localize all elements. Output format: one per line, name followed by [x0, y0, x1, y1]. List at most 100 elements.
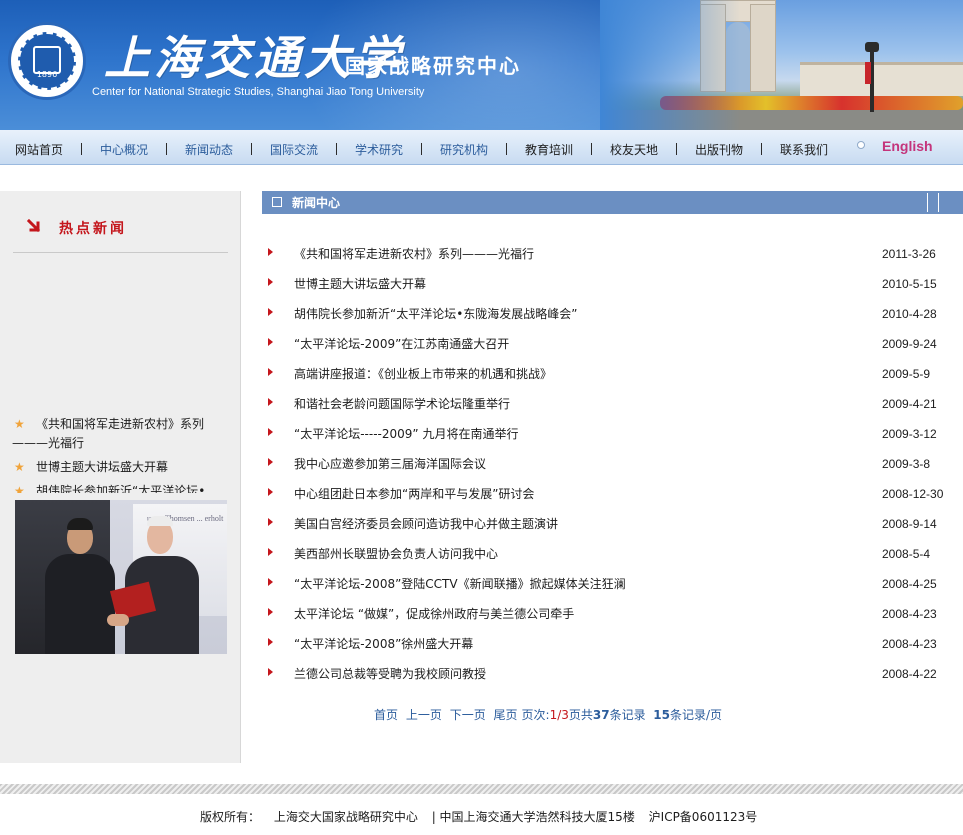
star-icon: ★	[14, 484, 25, 493]
pager-prev-link[interactable]: 上一页	[406, 706, 442, 723]
hot-news-item-title: 胡伟院长参加新沂“太平洋论坛•东陇海发展战略峰会”	[36, 484, 206, 493]
news-title[interactable]: 中心组团赴日本参加“两岸和平与发展”研讨会	[294, 485, 534, 502]
news-date: 2008-4-22	[882, 667, 937, 681]
nav-separator	[166, 143, 167, 155]
nav-english-link[interactable]: English	[882, 138, 933, 154]
news-row[interactable]: 我中心应邀参加第三届海洋国际会议 2009-3-8	[262, 453, 963, 473]
star-icon: ★	[14, 417, 25, 431]
pager-first-link[interactable]: 首页	[374, 706, 398, 723]
pager-next-link[interactable]: 下一页	[450, 706, 486, 723]
photo-handshake	[107, 614, 129, 626]
news-title[interactable]: 太平洋论坛 “做媒”，促成徐州政府与美兰德公司牵手	[294, 605, 574, 622]
news-title[interactable]: 美国白宫经济委员会顾问造访我中心并做主题演讲	[294, 515, 558, 532]
nav-separator	[336, 143, 337, 155]
news-title[interactable]: 我中心应邀参加第三届海洋国际会议	[294, 455, 486, 472]
news-row[interactable]: 《共和国将军走进新农村》系列———光福行 2011-3-26	[262, 243, 963, 263]
hot-news-item[interactable]: ★ 胡伟院长参加新沂“太平洋论坛•东陇海发展战略峰会”	[0, 482, 241, 493]
nav-about[interactable]: 中心概况	[100, 141, 148, 158]
footer-icp[interactable]: 沪ICP备0601123号	[649, 810, 758, 824]
news-row[interactable]: “太平洋论坛-2008”徐州盛大开幕 2008-4-23	[262, 633, 963, 653]
news-row[interactable]: “太平洋论坛-2009”在江苏南通盛大召开 2009-9-24	[262, 333, 963, 353]
triangle-bullet-icon	[268, 308, 273, 316]
pager-page-label: 页次:	[521, 708, 550, 722]
pagination: 首页 上一页 下一页 尾页 页次:1/3页共37条记录 15条记录/页	[374, 706, 722, 723]
news-title[interactable]: 胡伟院长参加新沂“太平洋论坛•东陇海发展战略峰会”	[294, 305, 578, 322]
news-date: 2008-12-30	[882, 487, 944, 501]
triangle-bullet-icon	[268, 668, 273, 676]
news-row[interactable]: 胡伟院长参加新沂“太平洋论坛•东陇海发展战略峰会” 2010-4-28	[262, 303, 963, 323]
hot-news-marquee: ★ 《共和国将军走进新农村》系列———光福行 ★ 世博主题大讲坛盛大开幕 ★ 胡…	[0, 415, 241, 493]
news-title[interactable]: “太平洋论坛-2009”在江苏南通盛大召开	[294, 335, 509, 352]
news-row[interactable]: 世博主题大讲坛盛大开幕 2010-5-15	[262, 273, 963, 293]
news-row[interactable]: “太平洋论坛-2008”登陆CCTV《新闻联播》掀起媒体关注狂澜 2008-4-…	[262, 573, 963, 593]
square-icon	[272, 197, 282, 207]
nav-alumni[interactable]: 校友天地	[610, 141, 658, 158]
triangle-bullet-icon	[268, 428, 273, 436]
news-date: 2009-5-9	[882, 367, 931, 381]
news-title[interactable]: 高端讲座报道：《创业板上市带来的机遇和挑战》	[294, 365, 552, 382]
news-row[interactable]: 兰德公司总裁等受聘为我校顾问教授 2008-4-22	[262, 663, 963, 683]
triangle-bullet-icon	[268, 278, 273, 286]
photo-person-left	[45, 554, 115, 654]
news-date: 2009-3-12	[882, 427, 937, 441]
triangle-bullet-icon	[268, 578, 273, 586]
pager-page-unit: 页共	[568, 708, 593, 722]
hot-news-item[interactable]: ★ 世博主题大讲坛盛大开幕	[0, 458, 241, 477]
news-row[interactable]: 中心组团赴日本参加“两岸和平与发展”研讨会 2008-12-30	[262, 483, 963, 503]
footer: 版权所有： 上海交大国家战略研究中心 | 中国上海交通大学浩然科技大厦15楼 沪…	[200, 808, 767, 825]
news-title[interactable]: 和谐社会老龄问题国际学术论坛隆重举行	[294, 395, 510, 412]
footer-copyright-label: 版权所有：	[200, 810, 261, 824]
nav-separator	[251, 143, 252, 155]
news-row[interactable]: “太平洋论坛-----2009” 九月将在南通举行 2009-3-12	[262, 423, 963, 443]
news-title[interactable]: 美西部州长联盟协会负责人访问我中心	[294, 545, 498, 562]
footer-owner: 上海交大国家战略研究中心	[273, 810, 418, 824]
news-row[interactable]: 美西部州长联盟协会负责人访问我中心 2008-5-4	[262, 543, 963, 563]
news-title[interactable]: “太平洋论坛-----2009” 九月将在南通举行	[294, 425, 518, 442]
nav-international[interactable]: 国际交流	[270, 141, 318, 158]
hot-news-item[interactable]: ★ 《共和国将军走进新农村》系列———光福行	[0, 415, 241, 453]
nav-contact[interactable]: 联系我们	[780, 141, 828, 158]
nav-publications[interactable]: 出版刊物	[695, 141, 743, 158]
university-seal-logo[interactable]: 1896	[8, 22, 86, 100]
hot-news-header: 热点新闻	[13, 191, 228, 253]
news-title[interactable]: 兰德公司总裁等受聘为我校顾问教授	[294, 665, 486, 682]
news-row[interactable]: 美国白宫经济委员会顾问造访我中心并做主题演讲 2008-9-14	[262, 513, 963, 533]
seal-inner: 1896	[18, 32, 76, 90]
news-date: 2009-3-8	[882, 457, 931, 471]
nav-research[interactable]: 学术研究	[355, 141, 403, 158]
header-divider	[938, 193, 939, 212]
news-date: 2010-4-28	[882, 307, 937, 321]
news-date: 2008-9-14	[882, 517, 937, 531]
nav-separator	[506, 143, 507, 155]
news-photo[interactable]: upon Thomsen ... erholt	[15, 500, 227, 654]
footer-divider	[0, 784, 963, 794]
sidebar: 热点新闻 ★ 《共和国将军走进新农村》系列———光福行 ★ 世博主题大讲坛盛大开…	[0, 191, 241, 763]
nav-separator	[591, 143, 592, 155]
gate-pillar-right	[750, 4, 776, 92]
nav-news[interactable]: 新闻动态	[185, 141, 233, 158]
header-banner: 1896 上海交通大学 国家战略研究中心 Center for National…	[0, 0, 963, 130]
news-row[interactable]: 高端讲座报道：《创业板上市带来的机遇和挑战》 2009-5-9	[262, 363, 963, 383]
news-row[interactable]: 太平洋论坛 “做媒”，促成徐州政府与美兰德公司牵手 2008-4-23	[262, 603, 963, 623]
english-bullet-icon	[857, 141, 865, 149]
triangle-bullet-icon	[268, 488, 273, 496]
pager-per-page: 15	[653, 708, 670, 722]
news-title[interactable]: 《共和国将军走进新农村》系列———光福行	[294, 245, 534, 262]
center-name-cn: 国家战略研究中心	[345, 54, 521, 78]
nav-institutes[interactable]: 研究机构	[440, 141, 488, 158]
star-icon: ★	[14, 460, 25, 474]
pager-last-link[interactable]: 尾页	[494, 706, 518, 723]
triangle-bullet-icon	[268, 638, 273, 646]
nav-education[interactable]: 教育培训	[525, 141, 573, 158]
news-title[interactable]: “太平洋论坛-2008”徐州盛大开幕	[294, 635, 473, 652]
triangle-bullet-icon	[268, 608, 273, 616]
photo-fade	[600, 0, 740, 130]
news-title[interactable]: 世博主题大讲坛盛大开幕	[294, 275, 426, 292]
news-date: 2008-5-4	[882, 547, 931, 561]
news-row[interactable]: 和谐社会老龄问题国际学术论坛隆重举行 2009-4-21	[262, 393, 963, 413]
news-title[interactable]: “太平洋论坛-2008”登陆CCTV《新闻联播》掀起媒体关注狂澜	[294, 575, 626, 592]
nav-home[interactable]: 网站首页	[15, 141, 63, 158]
header-divider	[927, 193, 928, 212]
campus-photo	[600, 0, 963, 130]
news-date: 2009-4-21	[882, 397, 937, 411]
